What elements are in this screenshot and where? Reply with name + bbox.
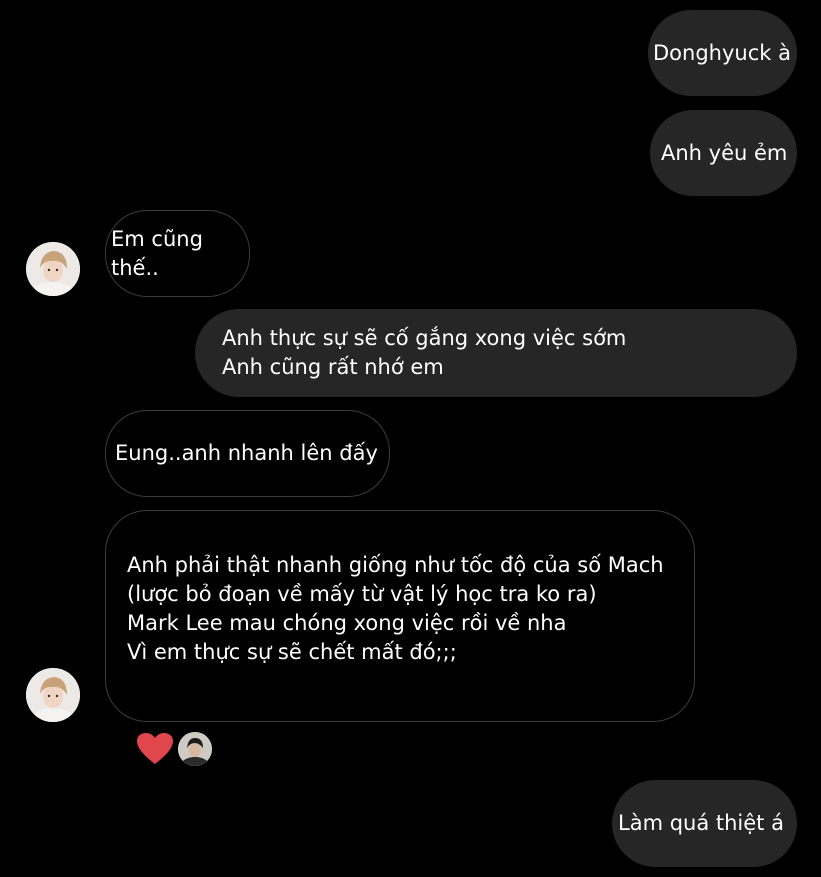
heart-icon[interactable] — [136, 732, 174, 766]
reactor-avatar-photo — [178, 732, 212, 766]
reactor-avatar[interactable] — [178, 732, 212, 766]
message-bubble-received[interactable]: Em cũng thế.. — [105, 210, 250, 297]
message-bubble-sent[interactable]: Anh thực sự sẽ cố gắng xong việc sớm Anh… — [195, 309, 797, 397]
message-bubble-sent[interactable]: Làm quá thiệt á — [612, 780, 797, 867]
avatar-photo — [26, 668, 80, 722]
message-bubble-sent[interactable]: Donghyuck à — [648, 10, 797, 96]
message-text: Làm quá thiệt á — [618, 811, 784, 835]
message-text: Em cũng thế.. — [111, 226, 203, 280]
contact-avatar[interactable] — [26, 242, 80, 296]
message-text: Donghyuck à — [653, 40, 791, 65]
message-bubble-received[interactable]: Anh phải thật nhanh giống như tốc độ của… — [105, 510, 695, 722]
message-text: Anh yêu ẻm — [661, 140, 788, 165]
heart-reaction-shape — [137, 733, 173, 764]
message-bubble-sent[interactable]: Anh yêu ẻm — [650, 110, 797, 196]
message-bubble-received[interactable]: Eung..anh nhanh lên đấy — [105, 410, 390, 497]
message-text: Eung..anh nhanh lên đấy — [115, 441, 378, 465]
contact-avatar[interactable] — [26, 668, 80, 722]
avatar-photo — [26, 242, 80, 296]
message-text: Anh phải thật nhanh giống như tốc độ của… — [127, 553, 664, 664]
message-text: Anh thực sự sẽ cố gắng xong việc sớm Anh… — [222, 326, 627, 379]
